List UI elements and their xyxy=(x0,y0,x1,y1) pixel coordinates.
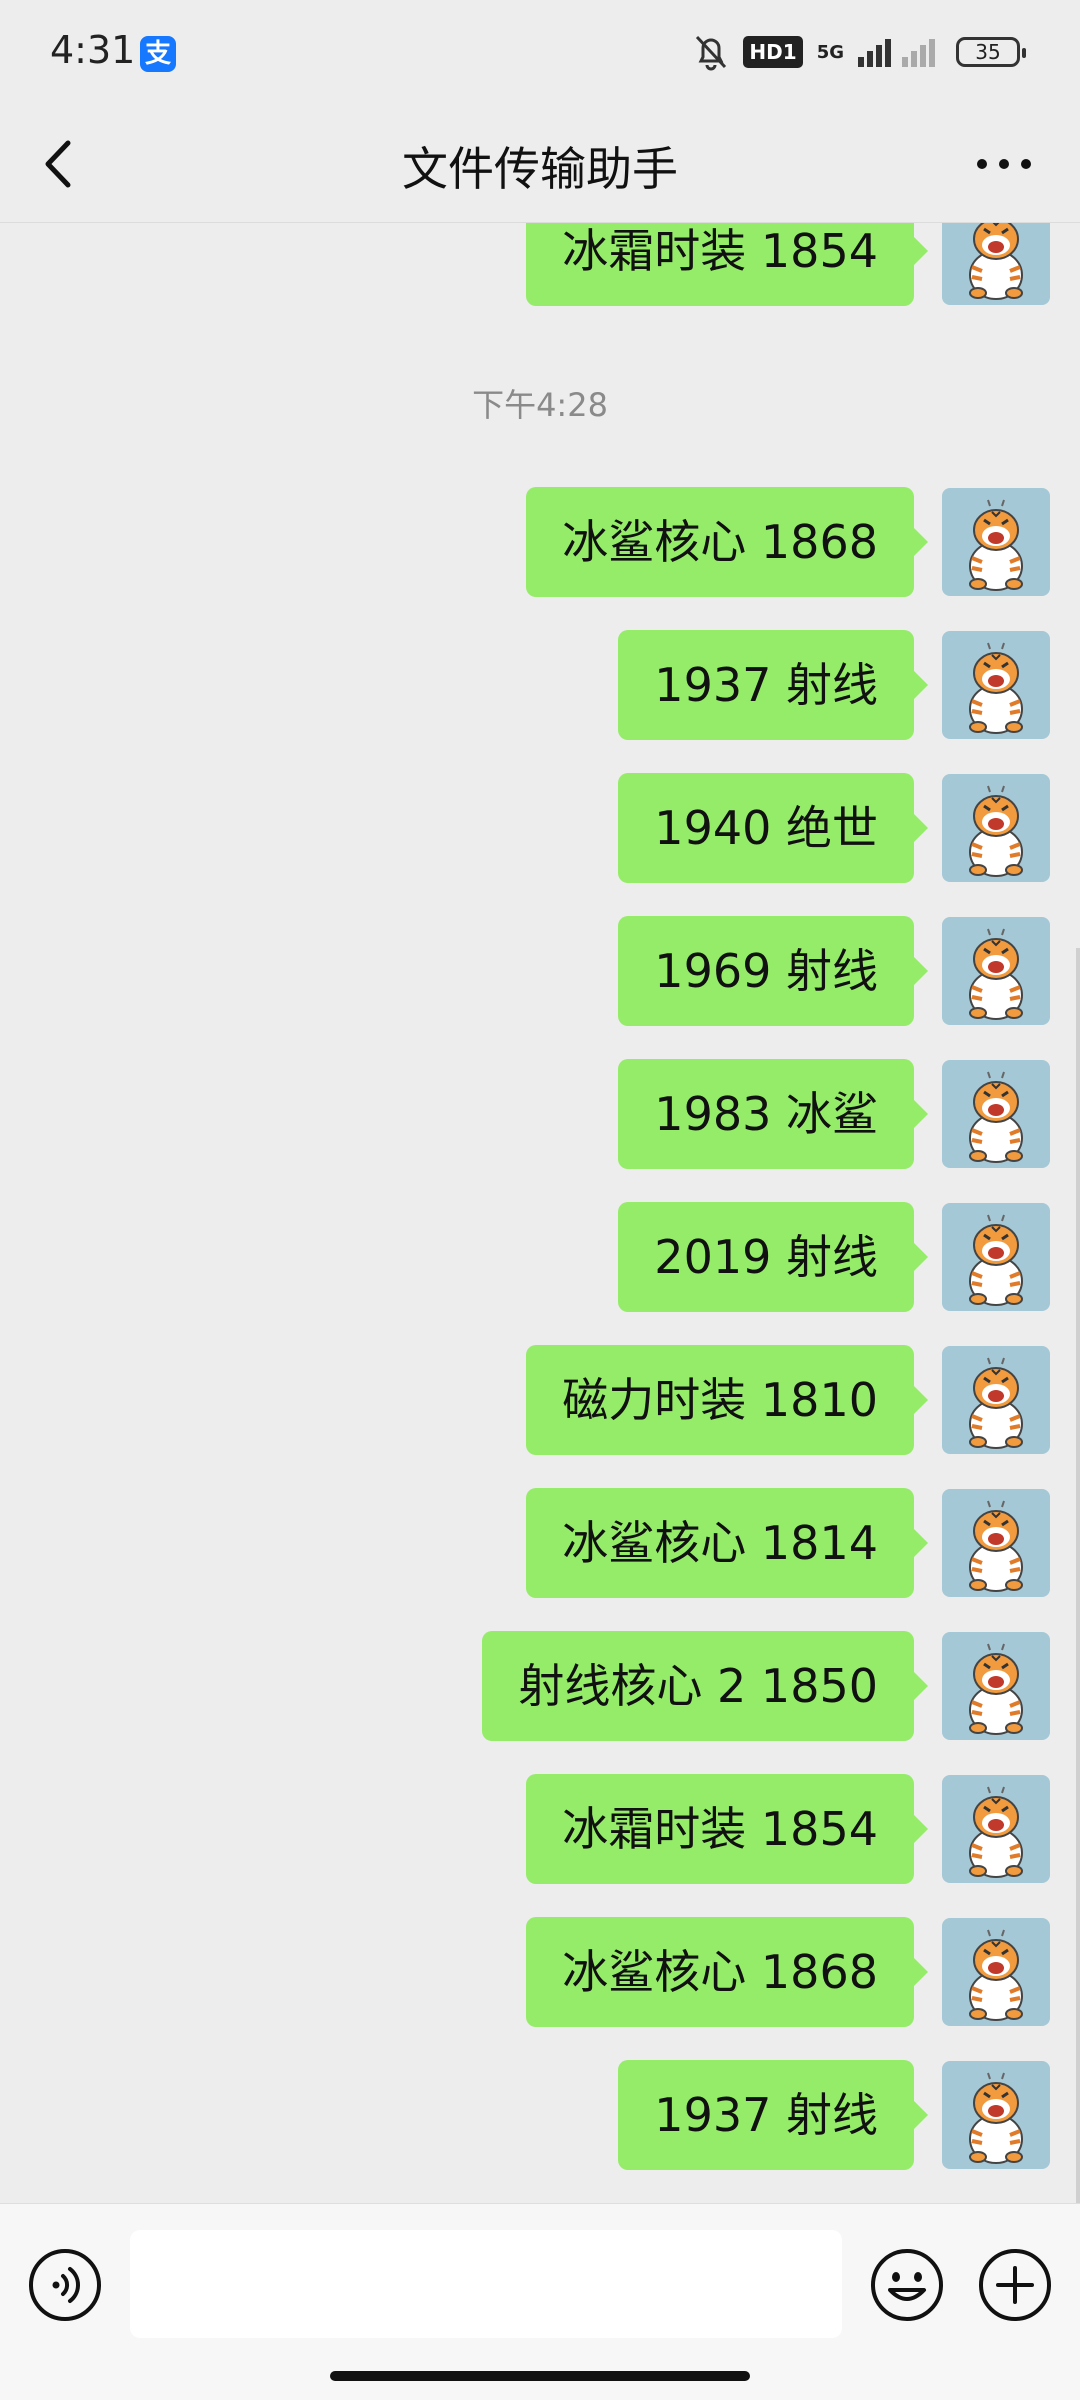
message-bubble[interactable]: 磁力时装 1810 xyxy=(526,1345,928,1455)
voice-icon xyxy=(29,2249,101,2321)
tiger-avatar-icon xyxy=(969,785,1023,877)
avatar[interactable] xyxy=(942,488,1050,596)
avatar[interactable] xyxy=(942,1632,1050,1740)
message-row: 冰霜时装 1854 xyxy=(526,1774,1050,1884)
message-row: 射线核心 2 1850 xyxy=(482,1631,1050,1741)
message-bubble[interactable]: 1969 射线 xyxy=(618,916,928,1026)
tiger-avatar-icon xyxy=(969,1214,1023,1306)
tiger-avatar-icon xyxy=(969,1071,1023,1163)
scrollbar[interactable] xyxy=(1076,948,1080,2203)
bell-off-icon xyxy=(696,35,727,71)
tiger-avatar-icon xyxy=(969,499,1023,591)
tiger-avatar-icon xyxy=(969,928,1023,1020)
tiger-avatar-icon xyxy=(969,1643,1023,1735)
home-indicator[interactable] xyxy=(330,2371,750,2381)
message-bubble[interactable]: 2019 射线 xyxy=(618,1202,928,1312)
message-bubble[interactable]: 冰鲨核心 1868 xyxy=(526,1917,928,2027)
more-dots-icon xyxy=(977,159,1031,169)
status-icons: HD1 5G 35 xyxy=(693,32,1026,72)
avatar[interactable] xyxy=(942,1775,1050,1883)
avatar[interactable] xyxy=(942,774,1050,882)
message-row: 冰鲨核心 1868 xyxy=(526,487,1050,597)
more-button[interactable] xyxy=(968,139,1040,189)
avatar[interactable] xyxy=(942,1203,1050,1311)
network-label: 5G xyxy=(816,41,844,63)
emoji-button[interactable] xyxy=(870,2248,944,2322)
message-bubble[interactable]: 1937 射线 xyxy=(618,630,928,740)
message-row: 冰鲨核心 1868 xyxy=(526,1917,1050,2027)
tiger-avatar-icon xyxy=(969,223,1023,300)
message-bubble[interactable]: 1940 绝世 xyxy=(618,773,928,883)
message-row: 1937 射线 xyxy=(618,2060,1050,2170)
message-row: 1937 射线 xyxy=(618,630,1050,740)
message-input[interactable] xyxy=(130,2230,842,2338)
emoji-icon xyxy=(871,2249,943,2321)
message-bubble[interactable]: 冰霜时装 1854 xyxy=(526,223,928,306)
avatar[interactable] xyxy=(942,917,1050,1025)
message-row: 冰鲨核心 1814 xyxy=(526,1488,1050,1598)
avatar[interactable] xyxy=(942,2061,1050,2169)
tiger-avatar-icon xyxy=(969,1929,1023,2021)
message-row-partial: 冰霜时装 1854 xyxy=(526,223,1050,306)
message-list[interactable]: 冰霜时装 1854 下午4:28 冰鲨核心 1868 1937 射线 1940 … xyxy=(0,223,1080,2203)
message-row: 2019 射线 xyxy=(618,1202,1050,1312)
message-bubble[interactable]: 射线核心 2 1850 xyxy=(482,1631,928,1741)
avatar[interactable] xyxy=(942,223,1050,305)
tiger-avatar-icon xyxy=(969,1500,1023,1592)
voice-button[interactable] xyxy=(28,2248,102,2322)
chat-header: 文件传输助手 xyxy=(0,105,1080,223)
message-bubble[interactable]: 冰霜时装 1854 xyxy=(526,1774,928,1884)
tiger-avatar-icon xyxy=(969,1786,1023,1878)
tiger-avatar-icon xyxy=(969,2072,1023,2164)
hd-badge: HD1 xyxy=(743,36,803,68)
avatar[interactable] xyxy=(942,1346,1050,1454)
message-bubble[interactable]: 冰鲨核心 1868 xyxy=(526,487,928,597)
message-row: 磁力时装 1810 xyxy=(526,1345,1050,1455)
message-row: 1969 射线 xyxy=(618,916,1050,1026)
battery-icon: 35 xyxy=(956,37,1026,67)
tiger-avatar-icon xyxy=(969,642,1023,734)
avatar[interactable] xyxy=(942,1918,1050,2026)
message-row: 1983 冰鲨 xyxy=(618,1059,1050,1169)
tiger-avatar-icon xyxy=(969,1357,1023,1449)
chat-timestamp: 下午4:28 xyxy=(472,386,608,424)
avatar[interactable] xyxy=(942,1489,1050,1597)
signal-icon xyxy=(858,39,935,67)
status-bar: 4:31 支 HD1 5G 35 xyxy=(0,0,1080,105)
page-title: 文件传输助手 xyxy=(402,142,678,196)
message-bubble[interactable]: 1937 射线 xyxy=(618,2060,928,2170)
message-bubble[interactable]: 冰鲨核心 1814 xyxy=(526,1488,928,1598)
message-bubble[interactable]: 1983 冰鲨 xyxy=(618,1059,928,1169)
plus-icon xyxy=(979,2249,1051,2321)
alipay-icon: 支 xyxy=(140,36,176,72)
avatar[interactable] xyxy=(942,1060,1050,1168)
more-functions-button[interactable] xyxy=(978,2248,1052,2322)
avatar[interactable] xyxy=(942,631,1050,739)
message-row: 1940 绝世 xyxy=(618,773,1050,883)
status-time: 4:31 xyxy=(50,28,136,72)
